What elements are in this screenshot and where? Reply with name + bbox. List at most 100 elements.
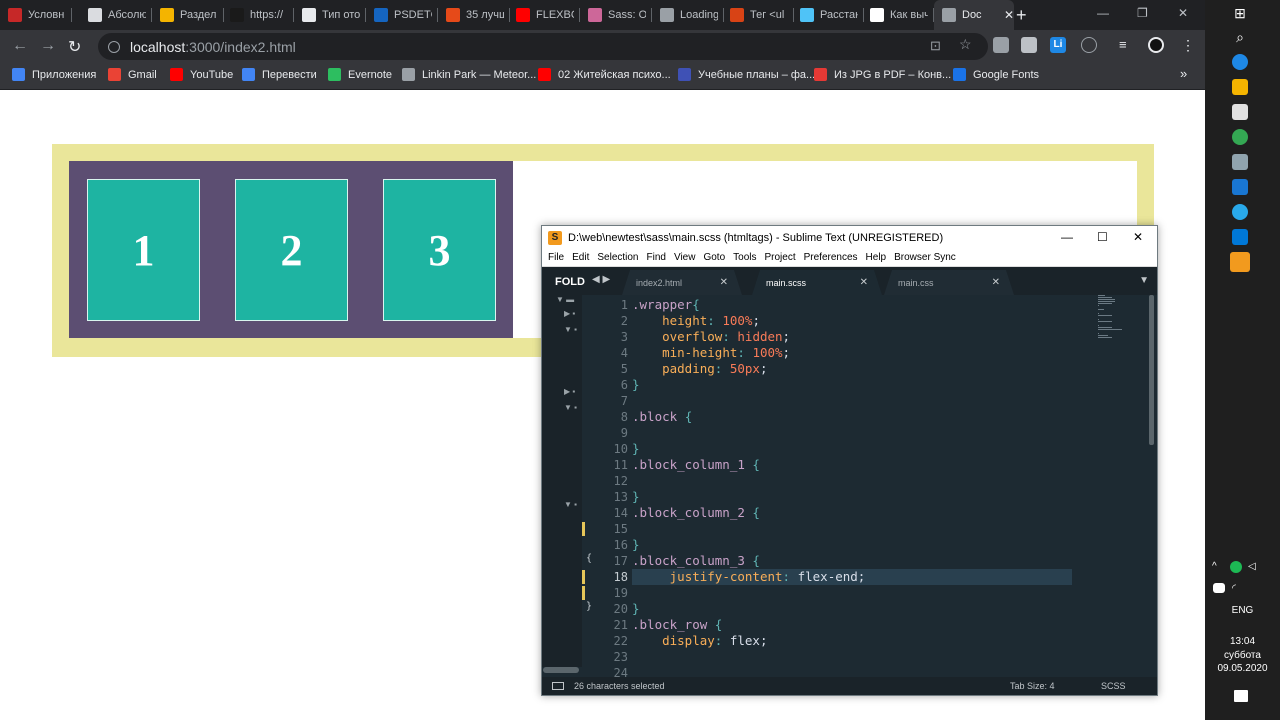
search-icon[interactable]: ⌕ [1232,29,1248,45]
close-tab-icon[interactable]: ✕ [1004,8,1014,22]
menu-item[interactable]: Project [765,252,796,263]
tab-index2-html[interactable]: index2.html ✕ [622,270,742,295]
code-area[interactable]: .wrapper{ height: 100%; overflow: hidden… [632,295,1122,667]
file-explorer-icon[interactable] [1232,79,1248,95]
tab-main-scss[interactable]: main.scss ✕ [752,270,882,295]
vscode-icon[interactable] [1232,229,1248,245]
browser-tab[interactable]: Doc ✕ [934,0,1014,30]
menu-item[interactable]: Edit [572,252,589,263]
browser-tab[interactable]: Loading [652,0,724,30]
panel-toggle-icon[interactable] [552,682,564,690]
bookmarks-overflow-button[interactable]: » [1180,66,1187,81]
clock-weekday[interactable]: суббота [1205,650,1280,661]
close-tab-icon[interactable]: ✕ [720,277,728,288]
bookmark-item[interactable]: Из JPG в PDF – Конв... [814,68,951,81]
syntax-setting[interactable]: SCSS [1101,681,1126,691]
bookmark-item[interactable]: YouTube [170,68,233,81]
menu-item[interactable]: Selection [597,252,638,263]
print-extension-icon[interactable] [1021,37,1037,53]
close-window-button[interactable]: ✕ [1178,6,1188,20]
spotify-icon[interactable] [1230,561,1242,573]
browser-tab[interactable]: 35 лучш [438,0,510,30]
menu-item[interactable]: Help [866,252,887,263]
chrome-icon[interactable] [1232,129,1248,145]
vertical-scrollbar[interactable] [1149,295,1154,445]
minimize-button[interactable]: — [1097,6,1109,20]
tab-dropdown-icon[interactable]: ▼ [1139,275,1149,286]
li-extension-icon[interactable]: Li [1050,37,1066,53]
folder-open-icon[interactable]: ▼ ▪ [564,325,577,334]
back-arrow-icon[interactable]: ← [12,37,28,55]
browser-tab[interactable]: https:// [222,0,294,30]
menu-item[interactable]: Browser Sync [894,252,956,263]
edge-icon[interactable] [1232,54,1248,70]
bookmark-item[interactable]: Приложения [12,68,96,81]
extension-icon[interactable] [993,37,1009,53]
bookmark-star-icon[interactable]: ☆ [959,36,972,53]
horizontal-scrollbar[interactable] [543,667,579,673]
volume-icon[interactable]: ◁ [1248,561,1260,573]
folder-open-icon[interactable]: ▼ ▪ [564,403,577,412]
tab-size-setting[interactable]: Tab Size: 4 [1010,681,1055,691]
bookmark-item[interactable]: Перевести [242,68,317,81]
clock-date[interactable]: 09.05.2020 [1205,663,1280,674]
editor-maximize-button[interactable]: ☐ [1097,230,1108,244]
battery-icon[interactable] [1213,583,1225,593]
folder-open-icon[interactable]: ▼ ▬ [556,295,574,304]
address-bar[interactable]: localhost:3000/index2.html [98,33,988,60]
menu-item[interactable]: Find [647,252,666,263]
menu-item[interactable]: Tools [733,252,756,263]
menu-item[interactable]: Preferences [804,252,858,263]
photos-icon[interactable] [1232,154,1248,170]
browser-tab[interactable]: Условн [0,0,72,30]
forward-arrow-icon[interactable]: → [40,37,56,55]
menu-item[interactable]: File [548,252,564,263]
bookmark-item[interactable]: Evernote [328,68,392,81]
tab-nav-arrows-icon[interactable]: ◀ ▶ [592,274,610,285]
clock-time[interactable]: 13:04 [1205,636,1280,647]
close-tab-icon[interactable]: ✕ [860,277,868,288]
mail-icon[interactable] [1232,179,1248,195]
editor-close-button[interactable]: ✕ [1133,230,1143,244]
browser-tab[interactable]: PSDETC [366,0,438,30]
new-tab-button[interactable]: + [1016,5,1027,26]
browser-tab[interactable]: Тип ото [294,0,366,30]
sync-extension-icon[interactable] [1081,37,1097,53]
bookmark-item[interactable]: Gmail [108,68,157,81]
bookmark-item[interactable]: Google Fonts [953,68,1039,81]
folder-closed-icon[interactable]: ▶ ▪ [564,309,575,318]
editor-minimize-button[interactable]: — [1061,230,1073,244]
sublime-taskbar-icon[interactable] [1230,252,1250,272]
folder-open-icon[interactable]: ▼ ▪ [564,500,577,509]
site-info-icon[interactable] [108,40,120,53]
bookmark-item[interactable]: 02 Житейская психо... [538,68,671,81]
menu-item[interactable]: Goto [703,252,725,263]
reload-icon[interactable]: ↻ [68,37,81,57]
profile-avatar[interactable] [1148,37,1164,53]
editor-sidebar[interactable]: ▼ ▬ ▶ ▪ ▼ ▪ ▶ ▪ ▼ ▪ ▼ ▪ [542,295,582,667]
close-tab-icon[interactable]: ✕ [992,277,1000,288]
browser-tab[interactable]: FLEXBO [508,0,580,30]
bookmark-item[interactable]: Linkin Park — Meteor... [402,68,536,81]
telegram-icon[interactable] [1232,204,1248,220]
action-center-icon[interactable] [1234,690,1248,702]
restore-button[interactable]: ❐ [1137,6,1148,20]
media-icon[interactable]: ≡ [1119,37,1135,53]
store-icon[interactable] [1232,104,1248,120]
browser-tab[interactable]: Sass: Os [580,0,652,30]
wifi-icon[interactable]: ◜ [1232,583,1244,594]
folder-closed-icon[interactable]: ▶ ▪ [564,387,575,396]
minimap[interactable] [1098,295,1148,667]
browser-tab[interactable]: Тег <ul [722,0,794,30]
bookmark-item[interactable]: Учебные планы – фа... [678,68,815,81]
browser-tab[interactable]: Расстан [792,0,864,30]
browser-tab[interactable]: Как выч [862,0,934,30]
browser-tab[interactable]: Раздел [152,0,224,30]
input-language[interactable]: ENG [1205,605,1280,616]
tab-main-css[interactable]: main.css ✕ [884,270,1014,295]
translate-icon[interactable]: ⊡ [930,38,941,54]
menu-kebab-icon[interactable]: ⋮ [1180,37,1196,53]
tray-chevron-icon[interactable]: ^ [1212,561,1224,573]
menu-item[interactable]: View [674,252,696,263]
windows-start-icon[interactable]: ⊞ [1232,5,1248,21]
